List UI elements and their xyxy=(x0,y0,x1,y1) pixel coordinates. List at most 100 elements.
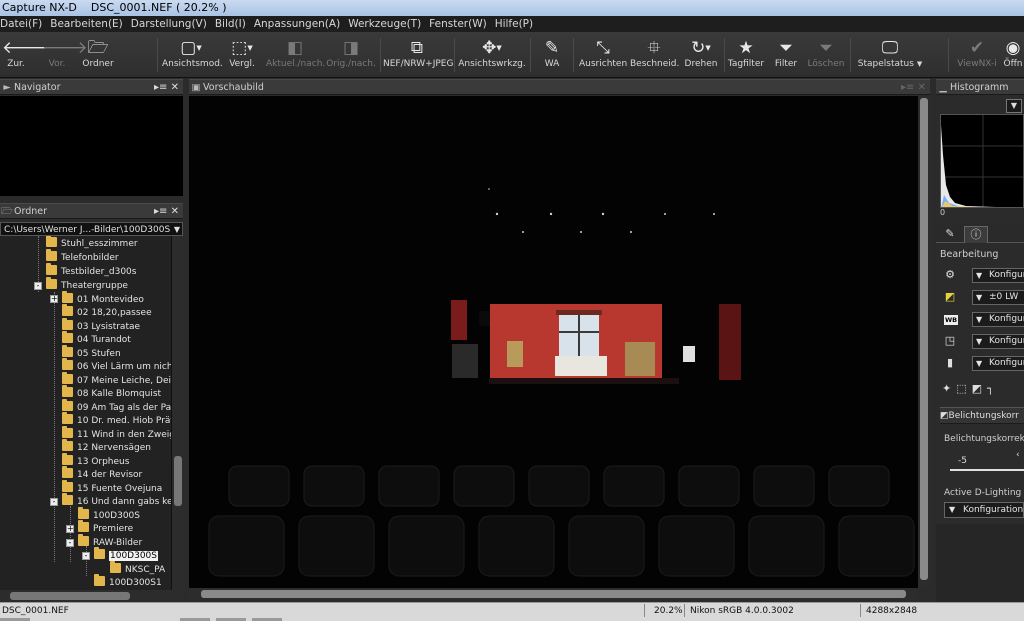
exposure-slider[interactable]: -5 ‹ xyxy=(946,448,1024,474)
forward-button[interactable]: 🡒 Vor. xyxy=(42,32,88,78)
expand-icon[interactable]: + xyxy=(50,295,58,303)
preview-vertical-scrollbar[interactable] xyxy=(918,96,930,588)
menu-view[interactable]: Darstellung(V) xyxy=(131,18,207,30)
tree-item[interactable]: 100D300S xyxy=(78,507,140,523)
current-after-button[interactable]: ◧ Aktuel./nach. xyxy=(266,32,325,78)
folder-tree: Stuhl_esszimmer Telefonbilder Testbilder… xyxy=(0,236,171,590)
tree-item[interactable]: 12 Nervensägen xyxy=(62,439,151,455)
folder-icon xyxy=(94,574,105,586)
theater-stage-photo xyxy=(189,96,930,588)
tree-horizontal-scrollbar[interactable] xyxy=(0,590,183,602)
chevron-left-icon[interactable]: ‹ xyxy=(1016,450,1020,460)
folder-button[interactable]: 🗁 Ordner xyxy=(80,32,116,78)
tree-item[interactable]: Premiere xyxy=(78,520,133,536)
image-preview[interactable] xyxy=(189,96,930,588)
tone-icon[interactable]: ◩ xyxy=(972,382,982,395)
folder-icon xyxy=(62,466,73,478)
menu-edit[interactable]: Bearbeiten(E) xyxy=(50,18,123,30)
rotate-button[interactable]: ↻▼ Drehen xyxy=(683,32,719,78)
settings-dropdown[interactable]: ▼ Konfigur xyxy=(972,268,1024,283)
tree-item[interactable]: 05 Stufen xyxy=(62,345,121,361)
collapse-arrow-icon[interactable]: ► xyxy=(0,80,14,94)
exposure-dropdown[interactable]: ▼ ±0 LW xyxy=(972,290,1024,305)
tree-item[interactable]: 07 Meine Leiche, Dein xyxy=(62,372,171,388)
viewnx-button[interactable]: ✔ ViewNX-i xyxy=(954,32,1000,78)
tree-item[interactable]: 08 Kalle Blomquist xyxy=(62,385,161,401)
panel-menu-icon[interactable]: ▸≡ ✕ xyxy=(154,204,179,218)
crop-icon: ⯐ xyxy=(647,38,661,58)
crop-frame-icon[interactable]: ⬚ xyxy=(956,382,966,395)
tree-item[interactable]: Telefonbilder xyxy=(46,249,119,265)
tree-item[interactable]: 09 Am Tag als der Pap xyxy=(62,399,171,415)
open-with-button[interactable]: ◉ Öffn xyxy=(1002,32,1024,78)
scroll-thumb[interactable] xyxy=(174,456,182,506)
histogram-channel-dropdown[interactable]: ▼ xyxy=(1006,99,1022,113)
collapse-icon[interactable]: - xyxy=(66,539,74,547)
menu-file[interactable]: Datei(F) xyxy=(0,18,42,30)
histogram-header: ▁ Histogramm xyxy=(936,79,1024,95)
scroll-thumb[interactable] xyxy=(920,98,928,580)
tag-filter-button[interactable]: ★ Tagfilter xyxy=(727,32,765,78)
menu-image[interactable]: Bild(I) xyxy=(215,18,246,30)
white-balance-dropdown[interactable]: ▼ Konfigur xyxy=(972,312,1024,327)
panel-menu-icon[interactable]: ▸≡ ✕ xyxy=(901,80,926,94)
convert-button[interactable]: ⧉ NEF/NRW+JPEG xyxy=(383,32,453,78)
delete-filter-button[interactable]: ⏷ Löschen xyxy=(806,32,846,78)
tree-item[interactable]: 13 Orpheus xyxy=(62,453,129,469)
tab-info[interactable]: ⓘ xyxy=(964,226,988,243)
path-dropdown[interactable]: C:\Users\Werner J...-Bilder\100D300S ▼ xyxy=(0,222,183,236)
view-mode-button[interactable]: ▢▼ Ansichtsmod. xyxy=(162,32,223,78)
preview-horizontal-scrollbar[interactable] xyxy=(189,588,918,600)
adjust-tool-icon[interactable]: ✦ xyxy=(942,382,951,395)
menu-help[interactable]: Hilfe(P) xyxy=(495,18,533,30)
compare-button[interactable]: ⬚▼ Vergl. xyxy=(225,32,259,78)
tree-vertical-scrollbar[interactable] xyxy=(171,236,183,590)
tree-item[interactable]: 01 Montevideo xyxy=(62,291,144,307)
tree-item[interactable]: 100D300S1 xyxy=(94,574,162,590)
levels-icon[interactable]: ┐ xyxy=(987,382,994,395)
tree-item-selected[interactable]: 100D300S xyxy=(94,547,158,563)
original-after-button[interactable]: ◨ Orig./nach. xyxy=(326,32,376,78)
crop-button[interactable]: ⯐ Beschneid. xyxy=(630,32,679,78)
back-button[interactable]: 🡐 Zur. xyxy=(2,32,48,78)
menu-adjustments[interactable]: Anpassungen(A) xyxy=(254,18,340,30)
scroll-thumb[interactable] xyxy=(201,590,906,598)
collapse-icon[interactable]: - xyxy=(50,498,58,506)
tree-item[interactable]: 14 der Revisor xyxy=(62,466,142,482)
tree-item[interactable]: 11 Wind in den Zweig xyxy=(62,426,171,442)
menu-window[interactable]: Fenster(W) xyxy=(429,18,487,30)
active-d-lighting-dropdown[interactable]: ▼Konfiguration b xyxy=(944,502,1024,518)
exposure-section-header[interactable]: ◩Belichtungskorr xyxy=(940,407,1024,424)
tree-item[interactable]: Theatergruppe xyxy=(46,277,128,293)
tree-item[interactable]: 06 Viel Lärm um nichts xyxy=(62,358,171,374)
slider-track[interactable] xyxy=(950,469,1024,471)
tree-item[interactable]: Testbilder_d300s xyxy=(46,263,136,279)
straighten-button[interactable]: ⤡ Ausrichten xyxy=(579,32,627,78)
stack-status-button[interactable]: 🖵 Stapelstatus ▼ xyxy=(854,32,926,78)
collapse-icon[interactable]: - xyxy=(34,282,42,290)
tree-item[interactable]: 10 Dr. med. Hiob Prätc xyxy=(62,412,171,428)
panel-menu-icon[interactable]: ▸≡ ✕ xyxy=(154,80,179,94)
view-tool-button[interactable]: ✥▼ Ansichtswrkzg. xyxy=(458,32,526,78)
tree-item[interactable]: RAW-Bilder xyxy=(78,534,142,550)
tree-item[interactable]: Stuhl_esszimmer xyxy=(46,236,138,251)
white-balance-button[interactable]: ✎ WA xyxy=(538,32,566,78)
tree-item[interactable]: 15 Fuente Ovejuna xyxy=(62,480,162,496)
collapse-icon[interactable]: - xyxy=(82,552,90,560)
filter-button[interactable]: ⏷ Filter xyxy=(770,32,802,78)
picture-control-dropdown[interactable]: ▼ Konfigur xyxy=(972,334,1024,349)
lens-dropdown[interactable]: ▼ Konfigur xyxy=(972,356,1024,371)
tree-item[interactable]: 03 Lysistratae xyxy=(62,318,140,334)
tree-item[interactable]: 04 Turandot xyxy=(62,331,131,347)
tab-edit[interactable]: ✎ xyxy=(938,226,962,243)
scroll-thumb[interactable] xyxy=(10,592,130,600)
menu-tools[interactable]: Werkzeuge(T) xyxy=(348,18,421,30)
tree-item[interactable]: NKSC_PA xyxy=(110,561,165,577)
mini-tool-strip: ✦ ⬚ ◩ ┐ xyxy=(942,382,1024,398)
expand-icon[interactable]: + xyxy=(66,525,74,533)
image-icon: ▣ xyxy=(191,82,201,93)
pencil-icon: ✎ xyxy=(945,227,955,240)
histogram-icon: ▁ xyxy=(939,82,947,93)
folder-icon xyxy=(62,304,73,316)
tree-item[interactable]: 02 18,20,passee xyxy=(62,304,152,320)
